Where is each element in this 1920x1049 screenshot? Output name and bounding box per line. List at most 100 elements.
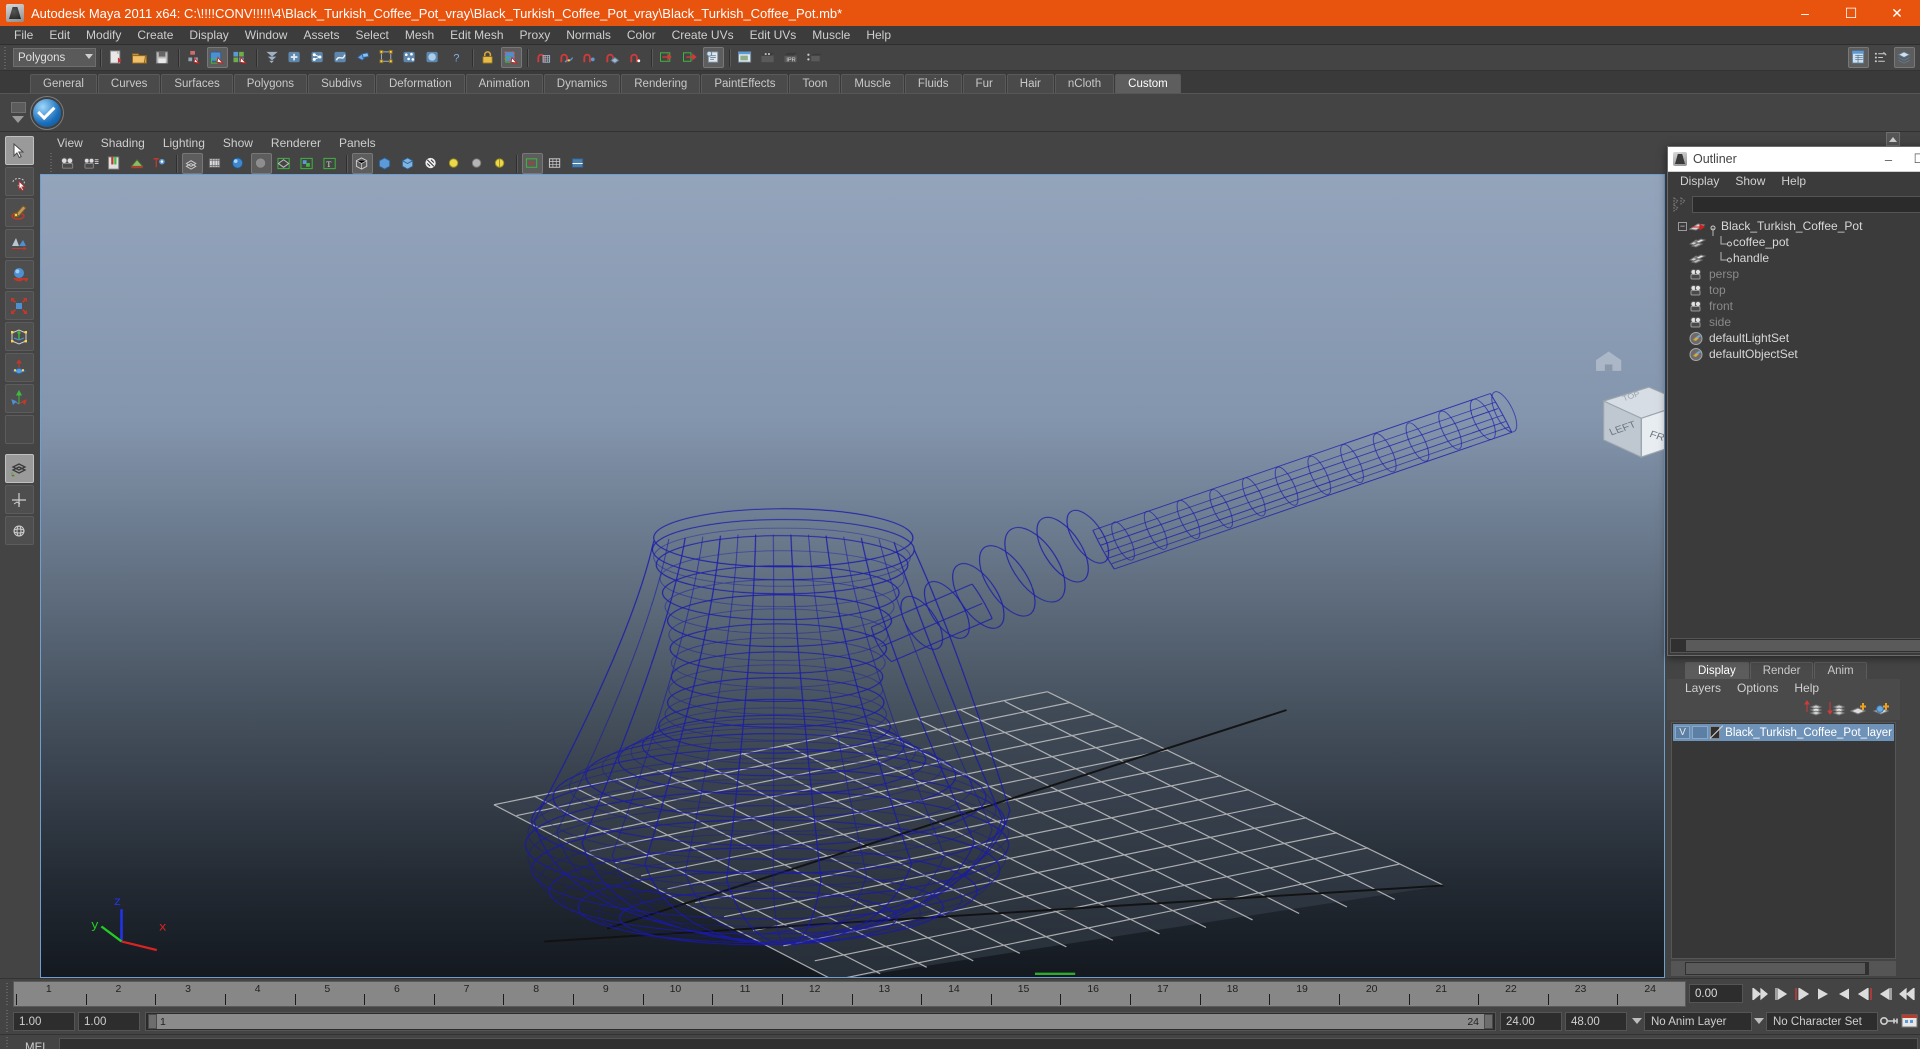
question-icon[interactable]: ? [446,47,467,68]
shelf-tab-hair[interactable]: Hair [1006,74,1054,93]
grid-toggle-icon[interactable] [545,153,566,174]
range-slider-fill[interactable]: 1 24 [148,1013,1493,1029]
menu-select[interactable]: Select [347,26,396,45]
viewport-menu-shading[interactable]: Shading [92,134,154,153]
menu-file[interactable]: File [6,26,41,45]
playback-start-field[interactable]: 1.00 [78,1011,140,1031]
lighting-default-icon[interactable] [352,153,373,174]
current-frame-field[interactable]: 0.00 [1689,984,1743,1003]
shelf-tab-animation[interactable]: Animation [465,74,543,93]
render-view-icon[interactable] [735,47,756,68]
single-perspective-layout[interactable] [4,454,34,483]
outliner-horizontal-scrollbar[interactable] [1670,638,1920,653]
shelf-tab-muscle[interactable]: Muscle [841,74,904,93]
paint-select-tool[interactable] [4,198,34,227]
persp-outliner-layout[interactable] [4,516,34,545]
shelf-tab-deformation[interactable]: Deformation [375,74,465,93]
range-slider[interactable]: 1 24 [145,1011,1496,1031]
render-history-icon[interactable] [703,47,724,68]
menu-normals[interactable]: Normals [558,26,619,45]
viewport-menu-panels[interactable]: Panels [330,134,385,153]
snap-to-surface-icon[interactable] [625,47,646,68]
attribute-editor-toggle-icon[interactable] [1871,47,1892,68]
select-by-object-icon[interactable] [207,47,228,68]
menu-mesh[interactable]: Mesh [397,26,442,45]
outliner-minimize-button[interactable]: – [1873,147,1904,172]
range-slider-grip[interactable] [4,1010,11,1032]
component-mask-icon[interactable] [262,47,283,68]
outliner-item-persp[interactable]: persp [1670,266,1920,282]
menu-modify[interactable]: Modify [78,26,129,45]
light-bulb-icon[interactable] [444,153,465,174]
menu-muscle[interactable]: Muscle [804,26,858,45]
lighting-all-icon[interactable] [375,153,396,174]
outliner-item-defaultlightset[interactable]: defaultLightSet [1670,330,1920,346]
select-by-hierarchy-icon[interactable] [184,47,205,68]
shelf-tab-fluids[interactable]: Fluids [904,74,962,93]
polygon-vertex-icon[interactable] [400,47,421,68]
menu-create-uvs[interactable]: Create UVs [664,26,742,45]
outliner-item-coffee_pot[interactable]: coffee_pot [1670,234,1920,250]
anim-end-field[interactable]: 48.00 [1565,1011,1627,1031]
flat-shade-icon[interactable] [251,153,272,174]
outliner-maximize-button[interactable]: ☐ [1904,147,1920,172]
animation-preferences-icon[interactable] [1899,1011,1920,1031]
xray-icon[interactable] [297,153,318,174]
construction-history-on-icon[interactable] [657,47,678,68]
maximize-button[interactable]: ☐ [1828,0,1874,26]
shadows-icon[interactable] [421,153,442,174]
outliner-filter-icon[interactable] [1672,196,1692,212]
shelf-tab-surfaces[interactable]: Surfaces [161,74,233,93]
play-forwards-icon[interactable] [1833,984,1854,1004]
command-line-grip[interactable] [4,1036,11,1049]
image-plane-icon[interactable] [127,153,148,174]
auto-key-icon[interactable] [1878,1011,1899,1031]
four-view-layout[interactable] [4,485,34,514]
lighting-selected-icon[interactable] [398,153,419,174]
shelf-tab-toon[interactable]: Toon [789,74,841,93]
command-input[interactable] [59,1038,1918,1049]
select-by-component-icon[interactable] [230,47,251,68]
step-forward-key-icon[interactable] [1854,984,1875,1004]
snap-curve-icon[interactable] [556,47,577,68]
go-to-end-icon[interactable] [1896,984,1917,1004]
menu-help[interactable]: Help [858,26,899,45]
menu-edit[interactable]: Edit [41,26,78,45]
move-layer-up-icon[interactable] [1803,700,1823,718]
command-language-label[interactable]: MEL [13,1042,59,1049]
outliner-item-defaultobjectset[interactable]: defaultObjectSet [1670,346,1920,362]
outliner-menu-display[interactable]: Display [1672,172,1727,191]
soft-modification-tool[interactable] [4,353,34,382]
lock-icon[interactable] [478,47,499,68]
gray-sphere-icon[interactable] [467,153,488,174]
viewport-toolbar-grip[interactable] [48,152,55,175]
shelf-tab-ncloth[interactable]: nCloth [1054,74,1115,93]
shelf-tab-painteffects[interactable]: PaintEffects [701,74,789,93]
layer-tab-display[interactable]: Display [1685,662,1749,679]
render-current-frame-icon[interactable] [758,47,779,68]
outliner-menu-show[interactable]: Show [1727,172,1773,191]
step-back-key-icon[interactable] [1791,984,1812,1004]
keyframe-icon[interactable] [150,153,171,174]
menu-color[interactable]: Color [619,26,664,45]
range-left-handle[interactable] [148,1013,157,1029]
render-settings-icon[interactable] [804,47,825,68]
layer-scroll-left-arrow[interactable] [1672,962,1685,975]
select-tool[interactable] [4,136,34,165]
wireframe-on-shaded-icon[interactable] [274,153,295,174]
channel-box-toggle-icon[interactable] [1848,47,1869,68]
bookmarks-icon[interactable] [104,153,125,174]
go-to-start-icon[interactable] [1749,984,1770,1004]
menu-assets[interactable]: Assets [295,26,347,45]
smooth-shade-all-icon[interactable] [205,153,226,174]
home-icon[interactable] [1596,351,1622,371]
snap-view-plane-icon[interactable] [602,47,623,68]
construction-history-off-icon[interactable] [680,47,701,68]
new-layer-icon[interactable] [1849,700,1869,718]
outliner-item-side[interactable]: side [1670,314,1920,330]
snap-grid-icon[interactable] [533,47,554,68]
anim-layer-field[interactable]: No Anim Layer [1644,1011,1752,1031]
shelf-tab-dynamics[interactable]: Dynamics [543,74,621,93]
outliner-menu-help[interactable]: Help [1773,172,1814,191]
text-icon[interactable]: T [320,153,341,174]
